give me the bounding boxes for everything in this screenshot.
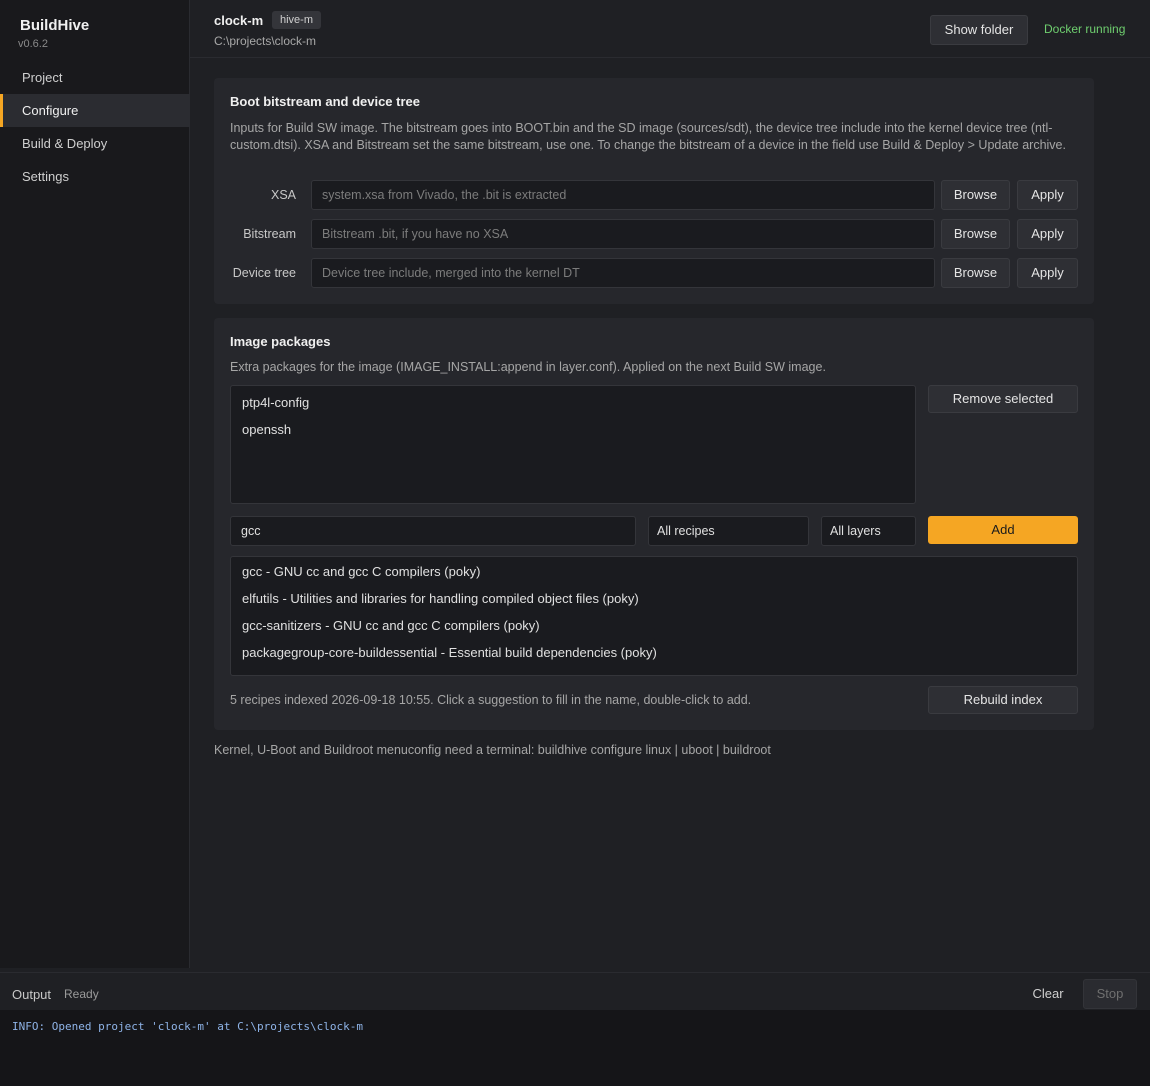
sidebar-item-settings[interactable]: Settings — [0, 160, 190, 193]
show-folder-button[interactable]: Show folder — [930, 15, 1028, 45]
device-tree-label: Device tree — [232, 266, 296, 280]
project-badge: hive-m — [272, 11, 322, 29]
recipes-filter-select[interactable]: All recipes — [648, 516, 809, 546]
suggestion-item[interactable]: gcc-sanitizers - GNU cc and gcc C compil… — [231, 612, 1077, 639]
project-name: clock-m — [214, 13, 264, 28]
suggestion-item[interactable]: packagegroup-core-buildessential - Essen… — [231, 639, 1077, 666]
index-status-text: 5 recipes indexed 2026-09-18 10:55. Clic… — [230, 693, 752, 707]
app-title: BuildHive — [20, 17, 90, 34]
app-version: v0.6.2 — [18, 38, 48, 50]
boot-card-description: Inputs for Build SW image. The bitstream… — [230, 121, 1066, 152]
rebuild-index-button[interactable]: Rebuild index — [928, 686, 1078, 714]
image-packages-card: Image packages Extra packages for the im… — [214, 318, 1094, 730]
xsa-apply-button[interactable]: Apply — [1017, 180, 1078, 210]
stop-button[interactable]: Stop — [1083, 979, 1137, 1009]
suggestion-item[interactable]: elfutils - Utilities and libraries for h… — [231, 585, 1077, 612]
list-item[interactable]: openssh — [231, 416, 915, 443]
output-bar: Output Ready Clear Stop — [0, 972, 1150, 1010]
add-package-button[interactable]: Add — [928, 516, 1078, 544]
boot-card-title: Boot bitstream and device tree — [230, 94, 420, 109]
sidebar: BuildHive v0.6.2 Project Configure Build… — [0, 0, 190, 968]
device-tree-input[interactable] — [311, 258, 935, 288]
device-tree-apply-button[interactable]: Apply — [1017, 258, 1078, 288]
sidebar-item-project[interactable]: Project — [0, 61, 190, 94]
sidebar-nav: Project Configure Build & Deploy Setting… — [0, 61, 190, 193]
suggestions-list[interactable]: gcc - GNU cc and gcc C compilers (poky) … — [230, 556, 1078, 676]
packages-card-description: Extra packages for the image (IMAGE_INST… — [230, 360, 826, 374]
xsa-input[interactable] — [311, 180, 935, 210]
suggestion-item[interactable]: gcc - GNU cc and gcc C compilers (poky) — [231, 558, 1077, 585]
package-search-input[interactable] — [230, 516, 636, 546]
project-header: clock-m hive-m C:\projects\clock-m Show … — [190, 0, 1150, 58]
console-log-line: INFO: Opened project 'clock-m' at C:\pro… — [12, 1020, 363, 1033]
device-tree-browse-button[interactable]: Browse — [941, 258, 1010, 288]
output-label: Output — [12, 987, 52, 1002]
bitstream-browse-button[interactable]: Browse — [941, 219, 1010, 249]
clear-output-button[interactable]: Clear — [1022, 981, 1074, 1007]
layers-filter-select[interactable]: All layers — [821, 516, 916, 546]
packages-card-title: Image packages — [230, 334, 331, 349]
output-status: Ready — [64, 987, 99, 1001]
bitstream-label: Bitstream — [243, 227, 296, 241]
xsa-browse-button[interactable]: Browse — [941, 180, 1010, 210]
project-path: C:\projects\clock-m — [214, 34, 317, 48]
list-item[interactable]: ptp4l-config — [231, 389, 915, 416]
bitstream-apply-button[interactable]: Apply — [1017, 219, 1078, 249]
docker-status: Docker running — [1044, 22, 1126, 36]
remove-selected-button[interactable]: Remove selected — [928, 385, 1078, 413]
xsa-label: XSA — [270, 188, 296, 202]
sidebar-item-build-deploy[interactable]: Build & Deploy — [0, 127, 190, 160]
output-console[interactable]: INFO: Opened project 'clock-m' at C:\pro… — [0, 1010, 1150, 1086]
bitstream-input[interactable] — [311, 219, 935, 249]
installed-packages-list[interactable]: ptp4l-config openssh — [230, 385, 916, 504]
sidebar-item-configure[interactable]: Configure — [0, 94, 190, 127]
boot-bitstream-card: Boot bitstream and device tree Inputs fo… — [214, 78, 1094, 304]
menuconfig-hint: Kernel, U-Boot and Buildroot menuconfig … — [214, 743, 771, 757]
